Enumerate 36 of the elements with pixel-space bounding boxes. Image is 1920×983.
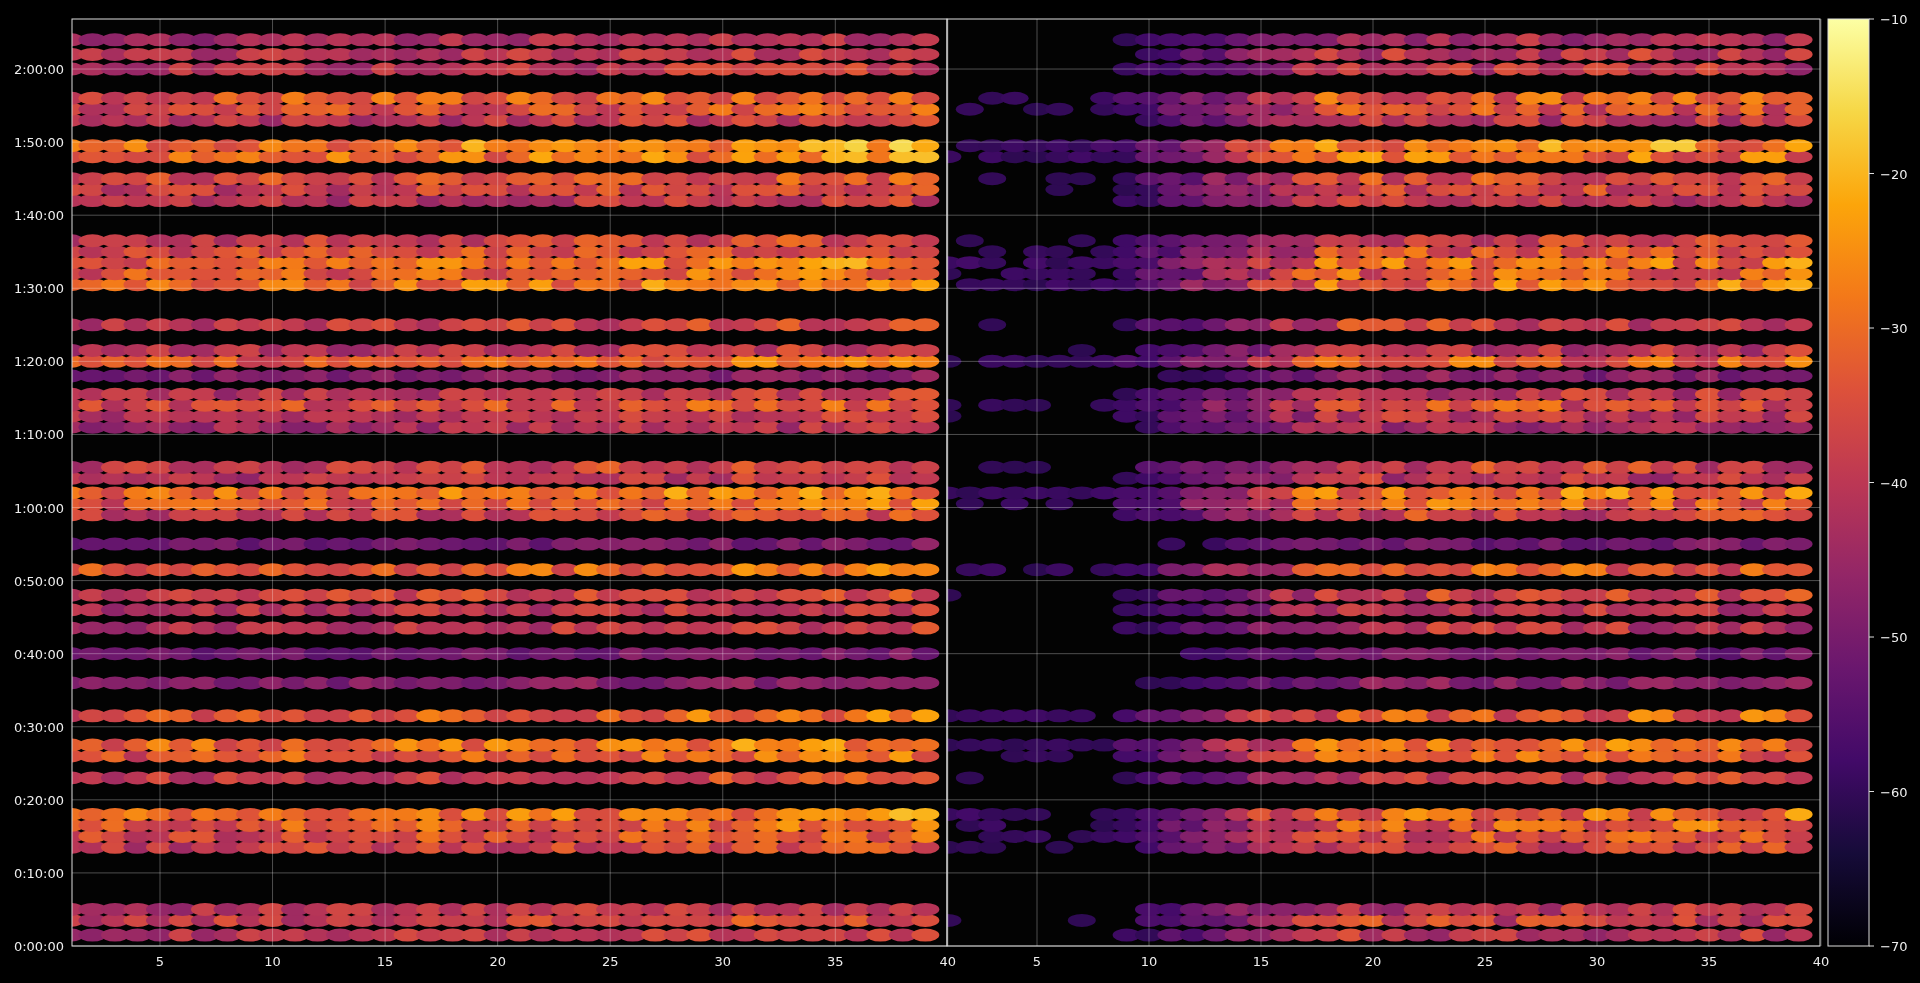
colorbar-label: −10	[1880, 12, 1908, 27]
x-axis-label: 10	[1140, 954, 1158, 969]
colorbar-label: −30	[1880, 321, 1908, 336]
y-axis-label: 0:00:00	[13, 939, 64, 954]
y-axis-label: 0:50:00	[13, 573, 64, 589]
y-axis-label: 0:10:00	[13, 865, 64, 881]
y-axis-label: 1:20:00	[13, 354, 64, 370]
x-axis-label: 25	[1476, 954, 1494, 969]
x-axis-label: 35	[827, 954, 844, 969]
x-axis-label: 25	[601, 954, 619, 969]
y-axis-label: 2:00:00	[13, 62, 64, 78]
x-axis-label: 15	[376, 954, 394, 969]
y-axis-label: 0:30:00	[13, 719, 64, 735]
x-axis-label: 5	[1032, 954, 1042, 969]
colorbar-label: −50	[1880, 630, 1908, 645]
x-axis-label: 15	[1252, 954, 1270, 969]
y-axis-label: 1:50:00	[13, 135, 64, 151]
x-axis-label: 30	[714, 954, 731, 969]
y-axis-label: 0:40:00	[13, 646, 64, 662]
colorbar-label: −20	[1880, 166, 1908, 182]
y-axis-label: 0:20:00	[13, 792, 64, 808]
x-axis-label: 30	[1588, 954, 1606, 969]
colorbar-label: −40	[1880, 475, 1908, 491]
y-axis-label: 1:00:00	[13, 500, 64, 516]
colorbar-label: −70	[1880, 939, 1908, 954]
colorbar-label: −60	[1880, 784, 1908, 800]
y-axis-label: 1:10:00	[13, 427, 64, 443]
y-axis-label: 1:40:00	[13, 208, 64, 224]
x-axis-label: 40	[1812, 954, 1830, 969]
x-axis-label: 10	[264, 954, 281, 969]
x-axis-label: 5	[155, 954, 165, 969]
x-axis-label: 20	[1364, 954, 1382, 969]
x-axis-label: 35	[1700, 954, 1718, 969]
y-axis-label: 1:30:00	[13, 281, 64, 297]
x-axis-label: 40	[939, 954, 957, 969]
x-axis-label: 20	[489, 954, 506, 969]
